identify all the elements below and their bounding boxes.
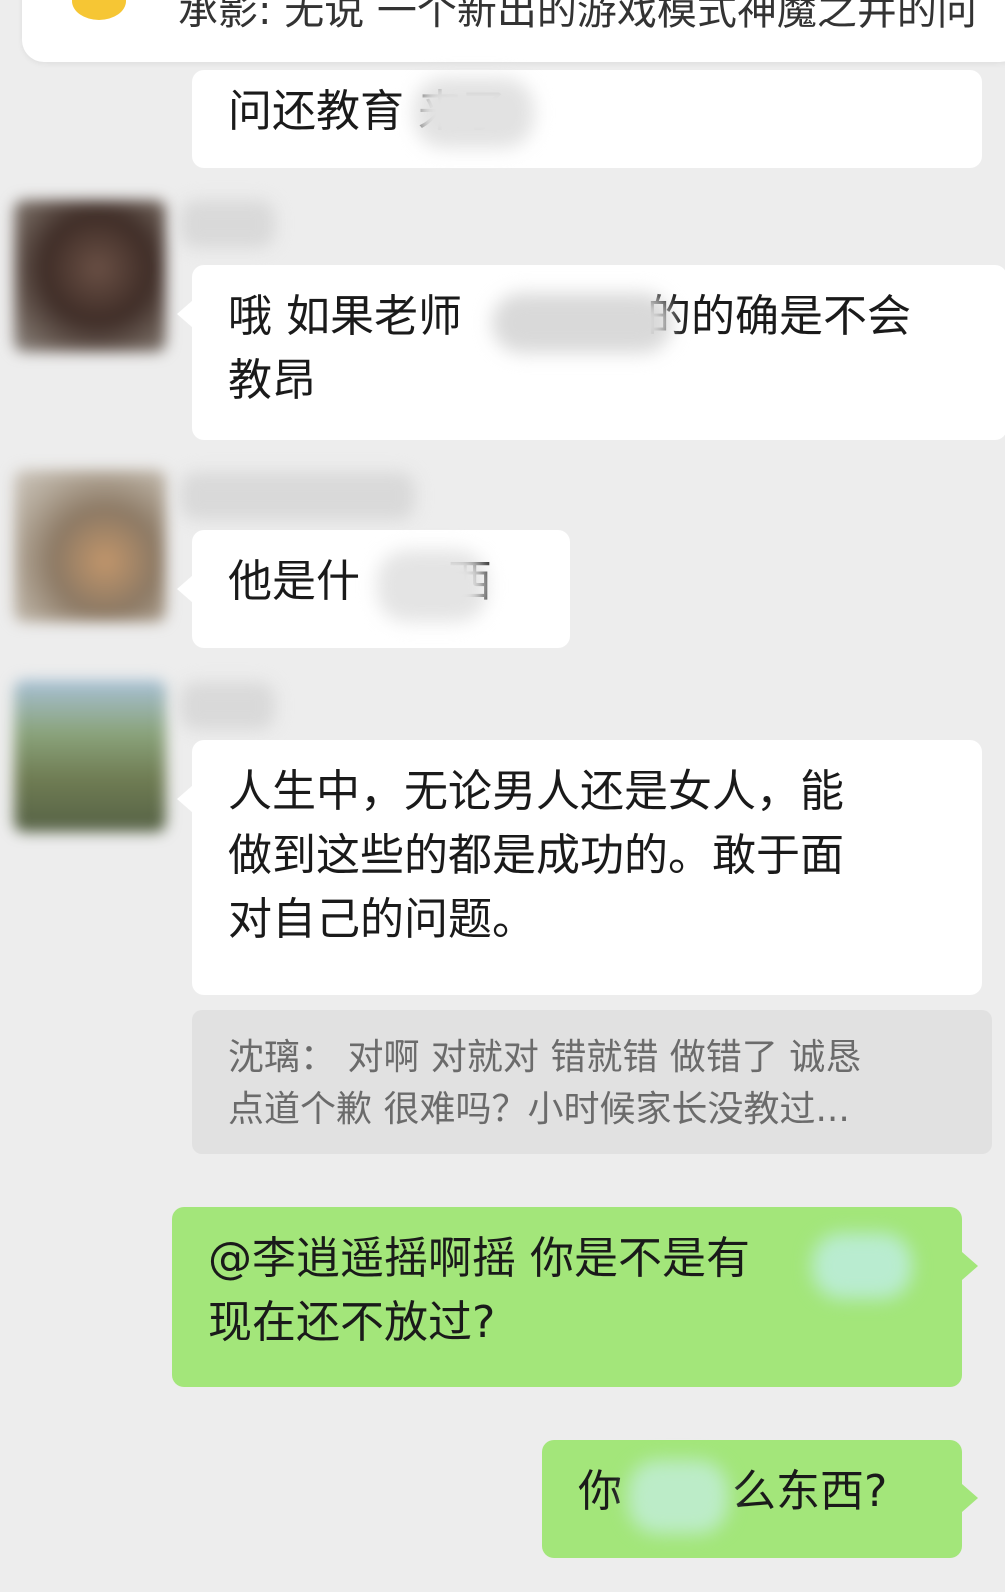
- avatar[interactable]: [14, 470, 166, 622]
- redacted-blur: [414, 78, 534, 148]
- message-text-line: 教昂: [228, 355, 316, 406]
- redacted-blur: [628, 1460, 728, 1534]
- redacted-blur: [377, 550, 487, 622]
- bubble-tail: [177, 575, 193, 603]
- redacted-blur: [812, 1233, 912, 1299]
- quote-text-line: 沈璃： 对啊 对就对 错就错 做错了 诚恳: [228, 1037, 862, 1078]
- sender-name: [180, 682, 275, 730]
- bubble-tail: [962, 1484, 978, 1512]
- outgoing-message-bubble[interactable]: @李逍遥摇啊摇 你是不是有 现在还不放过?: [172, 1207, 962, 1387]
- message-bubble[interactable]: 他是什西: [192, 530, 570, 648]
- message-text-line: 现在还不放过?: [208, 1297, 496, 1348]
- message-text-line: 人生中，无论男人还是女人，能: [228, 766, 844, 817]
- message-text: 你: [578, 1466, 622, 1517]
- message-text: 么东西?: [732, 1466, 888, 1517]
- avatar[interactable]: [14, 680, 166, 832]
- sender-name: [180, 200, 275, 248]
- message-text-line: 做到这些的都是成功的。敢于面: [228, 830, 844, 881]
- message-bubble[interactable]: 问还教育 来了: [192, 70, 982, 168]
- avatar[interactable]: [14, 200, 166, 352]
- bubble-tail: [177, 300, 193, 328]
- quote-text-line: 点道个歉 很难吗？小时候家长没教过...: [228, 1089, 850, 1130]
- outgoing-message-bubble[interactable]: 你 么东西?: [542, 1440, 962, 1558]
- message-bubble[interactable]: 哦 如果老师 的的确是不会 教昂: [192, 265, 1005, 440]
- message-text-line: 对自己的问题。: [228, 894, 536, 945]
- message-bubble[interactable]: 人生中，无论男人还是女人，能 做到这些的都是成功的。敢于面 对自己的问题。: [192, 740, 982, 995]
- bubble-tail: [177, 785, 193, 813]
- sender-name: [180, 472, 415, 520]
- bubble-tail: [962, 1252, 978, 1280]
- message-text: 他是什: [228, 556, 360, 607]
- quoted-message[interactable]: 沈璃： 对啊 对就对 错就错 做错了 诚恳 点道个歉 很难吗？小时候家长没教过.…: [192, 1010, 992, 1154]
- redacted-blur: [492, 293, 672, 353]
- pinned-notice-text: 承影: 无说 一个新出的游戏模式神魔之井的问: [178, 0, 977, 34]
